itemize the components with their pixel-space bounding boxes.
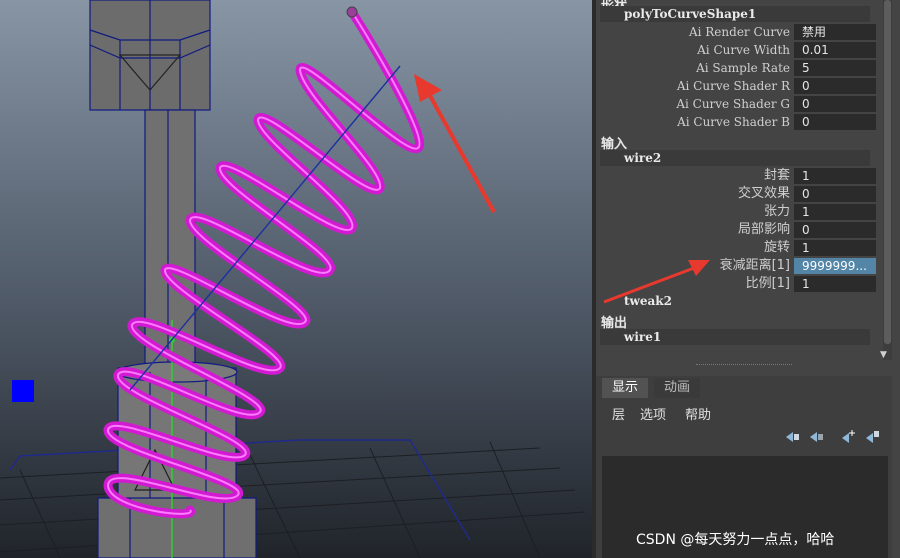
attr-ai-curve-shader-r: Ai Curve Shader R 0 (596, 77, 880, 95)
tab-display[interactable]: 显示 (602, 378, 649, 398)
attr-label: Ai Curve Shader G (676, 97, 790, 111)
attr-field-dropoff-distance[interactable]: 9999999... (794, 258, 876, 274)
viewport-3d[interactable] (0, 0, 592, 558)
create-layer-icon[interactable] (840, 430, 856, 444)
menu-options[interactable]: 选项 (640, 404, 666, 423)
attr-field-ai-curve-shader-r[interactable]: 0 (794, 78, 876, 94)
attr-ai-curve-shader-g: Ai Curve Shader G 0 (596, 95, 880, 113)
move-layer-up-icon[interactable] (784, 430, 800, 444)
attr-field-scale[interactable]: 1 (794, 276, 876, 292)
attr-label: Ai Sample Rate (696, 61, 790, 75)
attr-label: 张力 (763, 204, 790, 219)
attr-tension: 张力 1 (596, 203, 880, 221)
output-node-header[interactable]: wire1 (600, 329, 870, 345)
blue-manipulator-handle[interactable] (12, 380, 34, 402)
attr-field-ai-render-curve[interactable]: 禁用 (794, 24, 876, 40)
attr-ai-curve-shader-b: Ai Curve Shader B 0 (596, 113, 880, 131)
attr-field-ai-sample-rate[interactable]: 5 (794, 60, 876, 76)
attr-label: 封套 (763, 168, 790, 183)
tab-animation[interactable]: 动画 (654, 378, 701, 398)
attr-label: 交叉效果 (737, 186, 790, 201)
annotation-arrow-panel (603, 260, 710, 304)
attr-field-ai-curve-shader-b[interactable]: 0 (794, 114, 876, 130)
attr-crossing-effect: 交叉效果 0 (596, 185, 880, 203)
curve-endpoint[interactable] (346, 6, 358, 18)
attr-ai-render-curve: Ai Render Curve 禁用 (596, 23, 880, 41)
attr-field-ai-curve-width[interactable]: 0.01 (794, 42, 876, 58)
wire-node-header[interactable]: wire2 (600, 150, 870, 166)
create-layer-from-selection-icon[interactable] (864, 430, 880, 444)
attr-label: 局部影响 (737, 222, 790, 237)
attr-label: Ai Curve Width (697, 43, 790, 57)
attr-ai-sample-rate: Ai Sample Rate 5 (596, 59, 880, 77)
move-layer-down-icon[interactable] (808, 430, 824, 444)
attr-field-tension[interactable]: 1 (794, 204, 876, 220)
attr-field-ai-curve-shader-g[interactable]: 0 (794, 96, 876, 112)
attribute-editor-panel: 形状 polyToCurveShape1 Ai Render Curve 禁用 … (596, 0, 900, 558)
menu-help[interactable]: 帮助 (685, 404, 711, 423)
attr-label: Ai Curve Shader B (677, 115, 790, 129)
shape-node-name: polyToCurveShape1 (624, 7, 757, 21)
scroll-down-icon[interactable]: ▼ (880, 350, 887, 360)
menu-layers[interactable]: 层 (612, 404, 625, 423)
attr-label: Ai Curve Shader R (676, 79, 790, 93)
attr-field-envelope[interactable]: 1 (794, 168, 876, 184)
wire-node-name: wire2 (624, 151, 662, 165)
attr-local-influence: 局部影响 0 (596, 221, 880, 239)
attr-envelope: 封套 1 (596, 167, 880, 185)
output-node-name: wire1 (624, 330, 662, 344)
attr-field-local-influence[interactable]: 0 (794, 222, 876, 238)
attr-field-crossing-effect[interactable]: 0 (794, 186, 876, 202)
shape-node-header[interactable]: polyToCurveShape1 (600, 6, 870, 22)
attr-field-rotation[interactable]: 1 (794, 240, 876, 256)
panel-resize-grip[interactable] (696, 364, 792, 365)
attribute-editor-scrollbar[interactable] (883, 0, 892, 360)
attr-label: 旋转 (763, 240, 790, 255)
scrollbar-thumb[interactable] (884, 0, 891, 344)
attr-label: Ai Render Curve (688, 25, 790, 39)
attr-label: 衰减距离[1] (719, 258, 790, 273)
attr-label: 比例[1] (745, 276, 790, 291)
watermark-text: CSDN @每天努力一点点，哈哈 (636, 532, 835, 548)
attr-ai-curve-width: Ai Curve Width 0.01 (596, 41, 880, 59)
